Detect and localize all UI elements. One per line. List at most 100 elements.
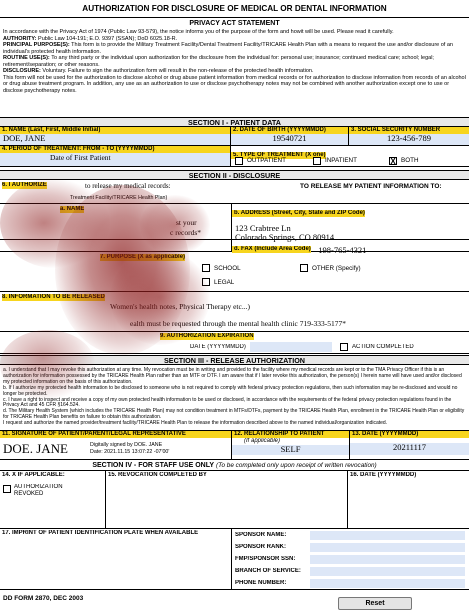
phone-label: PHONE NUMBER: bbox=[235, 580, 287, 586]
recipient-name-fragment-2: c records* bbox=[170, 228, 202, 237]
signature-name[interactable]: DOE. JANE bbox=[3, 441, 68, 457]
branch-label: BRANCH OF SERVICE: bbox=[235, 568, 301, 574]
branch-field[interactable] bbox=[310, 567, 465, 576]
dob-field-box: 2. DATE OF BIRTH (YYYYMMDD) 19540721 bbox=[231, 127, 349, 146]
both-label: BOTH bbox=[401, 157, 419, 164]
authorize-fragment: to release my medical records: bbox=[85, 182, 171, 190]
sponsor-info-box: SPONSOR NAME: SPONSOR RANK: FMP/SPONSOR … bbox=[232, 529, 469, 590]
imprint-box: 17. IMPRINT OF PATIENT IDENTIFICATION PL… bbox=[0, 529, 232, 590]
signature-label: 11. SIGNATURE OF PATIENT/PARENT/LEGAL RE… bbox=[0, 431, 231, 438]
section-1-heading: SECTION I - PATIENT DATA bbox=[0, 117, 469, 127]
authority-label: AUTHORITY: bbox=[3, 35, 37, 42]
relationship-box: 12. RELATIONSHIP TO PATIENT (If applicab… bbox=[232, 430, 350, 460]
info-release-label: 8. INFORMATION TO BE RELEASED bbox=[2, 294, 105, 301]
fmp-ssn-label: FMP/SPONSOR SSN: bbox=[235, 556, 296, 562]
period-field-box: 4. PERIOD OF TREATMENT: FROM - TO (YYYYM… bbox=[0, 146, 231, 167]
info-release-note: ealth must be requested through the ment… bbox=[130, 319, 346, 328]
signature-date-field[interactable]: 20211117 bbox=[350, 443, 469, 455]
revoked-label: AUTHORIZATION REVOKED bbox=[14, 484, 63, 497]
purpose-school-checkbox[interactable] bbox=[202, 264, 210, 272]
inpatient-label: INPATIENT bbox=[325, 157, 357, 164]
phone-field[interactable] bbox=[310, 579, 465, 588]
sponsor-rank-field[interactable] bbox=[310, 543, 465, 552]
purpose-box: 7. PURPOSE (X as applicable) SCHOOL LEGA… bbox=[0, 252, 469, 292]
purpose-other-label: OTHER (Specify) bbox=[312, 265, 361, 272]
imprint-label: 17. IMPRINT OF PATIENT IDENTIFICATION PL… bbox=[2, 530, 199, 536]
info-release-text[interactable]: Women's health notes, Physical Therapy e… bbox=[110, 302, 250, 311]
revocation-completed-box: 15. REVOCATION COMPLETED BY bbox=[106, 471, 348, 529]
name-field-box: 1. NAME (Last, First, Middle Initial) DO… bbox=[0, 127, 231, 146]
phone-box bbox=[0, 240, 232, 252]
authorize-label: 6. I AUTHORIZE bbox=[2, 182, 47, 189]
ssn-field-box: 3. SOCIAL SECURITY NUMBER 123-456-789 bbox=[349, 127, 469, 146]
revoke-box: 14. X IF APPLICABLE: AUTHORIZATION REVOK… bbox=[0, 471, 106, 529]
expiration-date-field[interactable] bbox=[250, 342, 332, 352]
expiration-label: 9. AUTHORIZATION EXPIRATION bbox=[160, 333, 254, 340]
recipient-name-fragment: st your bbox=[176, 218, 197, 227]
inpatient-checkbox[interactable] bbox=[313, 157, 321, 165]
ssn-field[interactable]: 123-456-789 bbox=[349, 134, 469, 145]
address-box: b. ADDRESS (Street, City, State and ZIP … bbox=[232, 204, 469, 242]
period-label: 4. PERIOD OF TREATMENT: FROM - TO (YYYYM… bbox=[0, 146, 230, 153]
authorize-facility-fragment: Treatment Facility/TRICARE Health Plan) bbox=[70, 195, 168, 201]
action-completed-label: ACTION COMPLETED bbox=[352, 344, 414, 350]
address-label: b. ADDRESS (Street, City, State and ZIP … bbox=[232, 210, 365, 217]
term-b: b. If I authorize my protected health in… bbox=[3, 384, 458, 397]
expiration-date-label: DATE (YYYYMMDD) bbox=[190, 344, 246, 350]
recipient-name-box: a. NAME st your c records* bbox=[0, 204, 232, 240]
outpatient-label: OUTPATIENT bbox=[247, 157, 286, 164]
dd-form-2870: AUTHORIZATION FOR DISCLOSURE OF MEDICAL … bbox=[0, 0, 469, 613]
reset-button[interactable]: Reset bbox=[338, 597, 412, 610]
section-4-note: (To be completed only upon receipt of wr… bbox=[216, 462, 377, 469]
authority-text: Public Law 104-191; E.O. 9397 (SSAN); Do… bbox=[38, 35, 178, 42]
purpose-label: 7. PURPOSE (X as applicable) bbox=[100, 254, 186, 261]
privacy-statement: In accordance with the Privacy Act of 19… bbox=[3, 29, 466, 94]
signature-box: 11. SIGNATURE OF PATIENT/PARENT/LEGAL RE… bbox=[0, 430, 232, 460]
disclosure-label: DISCLOSURE: bbox=[3, 68, 41, 74]
recipient-name-label: a. NAME bbox=[60, 206, 85, 213]
section-4-heading-row: SECTION IV - FOR STAFF USE ONLY (To be c… bbox=[0, 461, 469, 471]
sponsor-name-field[interactable] bbox=[310, 531, 465, 540]
expiration-box: 9. AUTHORIZATION EXPIRATION DATE (YYYYMM… bbox=[0, 332, 469, 354]
both-checkbox[interactable]: X bbox=[389, 157, 397, 166]
purpose-label: PRINCIPAL PURPOSE(S): bbox=[3, 42, 70, 48]
relationship-label: 12. RELATIONSHIP TO PATIENT bbox=[232, 431, 349, 438]
signature-digital-line-2: Date: 2021.11.15 13:07:22 -07'00' bbox=[90, 449, 170, 455]
signature-digital-line-1: Digitally signed by DOE. JANE bbox=[90, 442, 163, 448]
relationship-field[interactable]: SELF bbox=[232, 445, 349, 455]
release-terms: a. I understand that I may revoke this a… bbox=[3, 367, 466, 427]
term-a: a. I understand that I may revoke this a… bbox=[3, 367, 462, 385]
authorize-row: 6. I AUTHORIZE to release my medical rec… bbox=[0, 180, 469, 204]
revoked-checkbox[interactable] bbox=[3, 485, 11, 493]
routine-text: To any third party or the individual upo… bbox=[3, 55, 434, 68]
sponsor-rank-label: SPONSOR RANK: bbox=[235, 544, 287, 550]
section-3-heading: SECTION III - RELEASE AUTHORIZATION bbox=[0, 355, 469, 365]
fmp-ssn-field[interactable] bbox=[310, 555, 465, 564]
outpatient-checkbox[interactable] bbox=[235, 157, 243, 165]
treatment-type-box: 5. TYPE OF TREATMENT (X one) OUTPATIENT … bbox=[231, 146, 469, 167]
signature-date-label: 13. DATE (YYYYMMDD) bbox=[350, 431, 469, 438]
form-id: DD FORM 2870, DEC 2003 bbox=[3, 595, 84, 602]
purpose-legal-checkbox[interactable] bbox=[202, 278, 210, 286]
term-final: I request and authorize the named provid… bbox=[3, 420, 388, 427]
release-to-heading: TO RELEASE MY PATIENT INFORMATION TO: bbox=[300, 183, 442, 190]
privacy-heading: PRIVACY ACT STATEMENT bbox=[189, 20, 280, 27]
purpose-other-checkbox[interactable] bbox=[300, 264, 308, 272]
x-applicable-label: 14. X IF APPLICABLE: bbox=[2, 472, 65, 478]
section-4-heading: SECTION IV - FOR STAFF USE ONLY bbox=[92, 462, 215, 469]
revocation-completed-label: 15. REVOCATION COMPLETED BY bbox=[108, 472, 207, 478]
period-field[interactable]: Date of First Patient bbox=[0, 153, 230, 166]
info-release-box: 8. INFORMATION TO BE RELEASED Women's he… bbox=[0, 292, 469, 332]
purpose-text: This form is to provide the Military Tre… bbox=[3, 42, 453, 55]
dob-field[interactable]: 19540721 bbox=[231, 134, 348, 145]
disclosure-text: Voluntary. Failure to sign the authoriza… bbox=[42, 68, 314, 74]
revocation-date-box: 16. DATE (YYYYMMDD) bbox=[348, 471, 469, 529]
purpose-school-label: SCHOOL bbox=[214, 265, 241, 272]
patient-name-field[interactable]: DOE, JANE bbox=[0, 134, 230, 145]
fax-box: d. FAX (Include Area Code) 198-765-4321 bbox=[232, 240, 469, 255]
routine-label: ROUTINE USE(S): bbox=[3, 55, 50, 61]
sponsor-name-label: SPONSOR NAME: bbox=[235, 532, 287, 538]
section-2-heading: SECTION II - DISCLOSURE bbox=[0, 170, 469, 180]
action-completed-checkbox[interactable] bbox=[340, 343, 348, 351]
revocation-date-label: 16. DATE (YYYYMMDD) bbox=[350, 472, 417, 478]
